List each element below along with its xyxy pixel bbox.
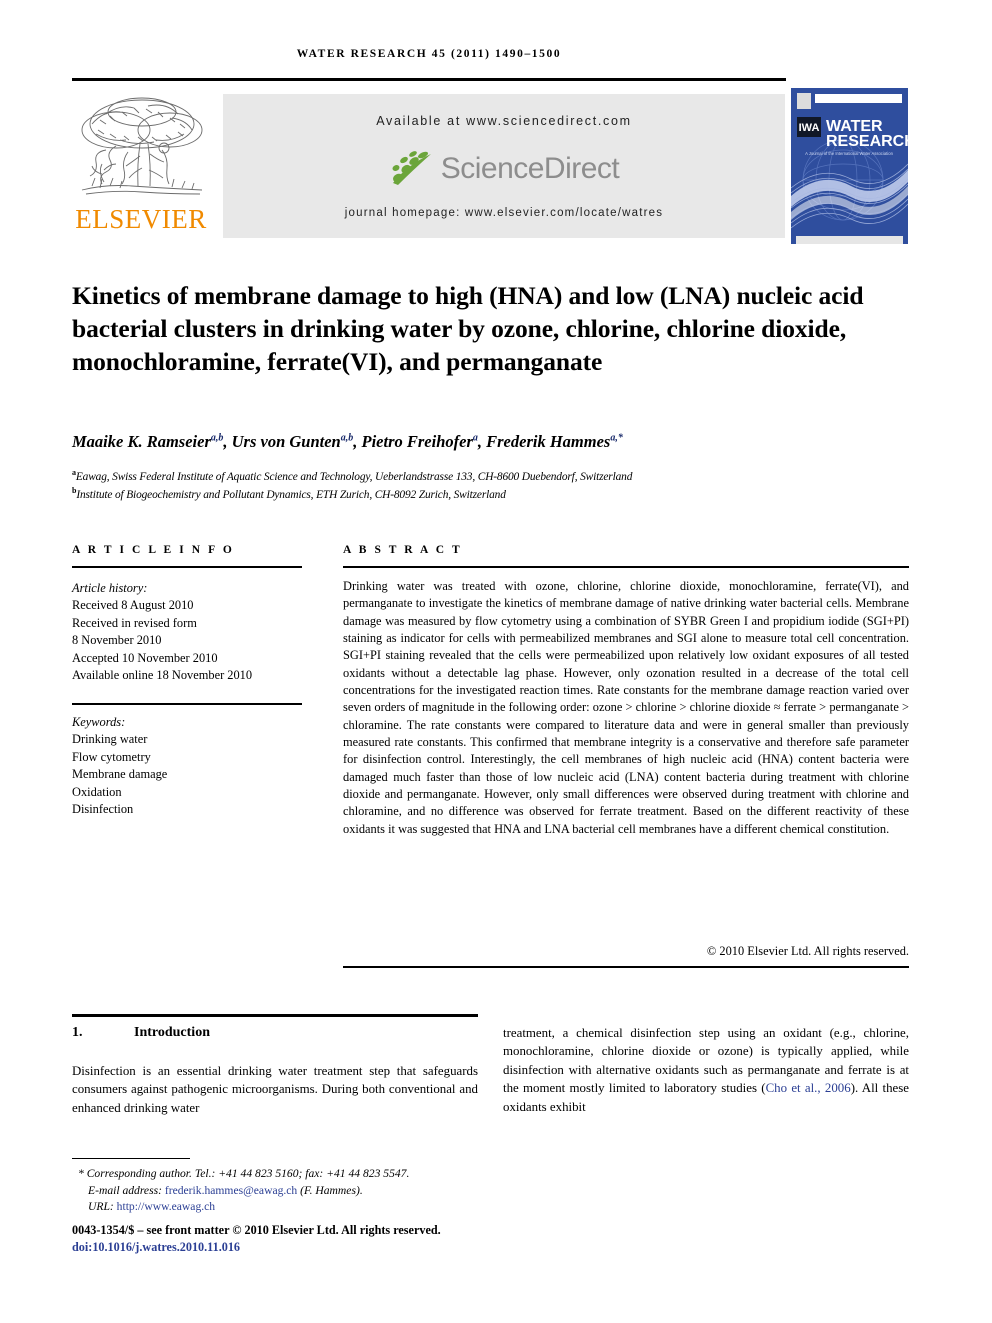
front-matter-text: 0043-1354/$ – see front matter © 2010 El… (72, 1223, 441, 1237)
history-item: Received 8 August 2010 (72, 598, 194, 613)
history-item: Accepted 10 November 2010 (72, 650, 218, 665)
email-suffix: (F. Hammes). (300, 1183, 363, 1197)
affiliation-b-text: Institute of Biogeochemistry and Polluta… (76, 488, 506, 501)
article-title: Kinetics of membrane damage to high (HNA… (72, 281, 864, 377)
corresponding-author-text: Corresponding author. Tel.: +41 44 823 5… (86, 1167, 410, 1180)
abstract-rule (343, 566, 909, 568)
keyword-item: Membrane damage (72, 767, 168, 782)
elsevier-logo: ELSEVIER (72, 88, 210, 244)
article-history-label: Article history: (72, 581, 148, 595)
svg-text:A Journal of the International: A Journal of the International Water Ass… (805, 151, 894, 156)
corresponding-author-marker: * (78, 1167, 84, 1180)
front-matter-block: 0043-1354/$ – see front matter © 2010 El… (72, 1222, 552, 1256)
abstract-heading: A B S T R A C T (343, 544, 463, 556)
section-title: Introduction (134, 1025, 210, 1040)
svg-text:IWA: IWA (799, 122, 820, 134)
elsevier-tree-icon (81, 97, 203, 195)
keywords-block: Keywords: Drinking water Flow cytometry … (72, 714, 307, 818)
history-item: Received in revised form (72, 615, 197, 630)
water-research-cover-art: IWA WATER RESEARCH A Journal of the Inte… (791, 88, 908, 244)
running-head: WATER RESEARCH 45 (2011) 1490–1500 (296, 48, 562, 60)
article-info-rule (72, 566, 302, 568)
journal-article-page: WATER RESEARCH 45 (2011) 1490–1500 ELSEV… (0, 0, 992, 1323)
svg-text:RESEARCH: RESEARCH (826, 133, 908, 150)
abstract-text: Drinking water was treated with ozone, c… (343, 579, 909, 836)
keyword-item: Oxidation (72, 784, 122, 799)
keywords-label: Keywords: (72, 715, 126, 729)
email-label: E-mail address: (88, 1183, 162, 1197)
author-list: Maaike K. Ramseiera,b, Urs von Guntena,b… (72, 432, 623, 451)
keyword-item: Disinfection (72, 802, 134, 817)
keyword-item: Flow cytometry (72, 749, 151, 764)
intro-paragraph-right: treatment, a chemical disinfection step … (503, 1024, 909, 1116)
affiliation-b: bInstitute of Biogeochemistry and Pollut… (72, 486, 912, 501)
abstract-bottom-rule (343, 966, 909, 968)
url-label: URL: (88, 1200, 114, 1214)
available-at-text: Available at www.sciencedirect.com (376, 114, 632, 128)
header-rule (72, 78, 786, 81)
sciencedirect-logo: ScienceDirect (223, 146, 785, 192)
section-rule (72, 1014, 478, 1018)
history-item: Available online 18 November 2010 (72, 668, 253, 683)
url-link[interactable]: http://www.eawag.ch (117, 1200, 215, 1213)
abstract-copyright: © 2010 Elsevier Ltd. All rights reserved… (706, 944, 909, 958)
keywords-rule (72, 703, 302, 705)
affiliation-a-text: Eawag, Swiss Federal Institute of Aquati… (75, 470, 633, 483)
footnote-block: * Corresponding author. Tel.: +41 44 823… (72, 1166, 512, 1216)
sciencedirect-leaf-icon (392, 151, 431, 185)
affiliation-a: aEawag, Swiss Federal Institute of Aquat… (72, 468, 912, 483)
doi-link[interactable]: doi:10.1016/j.watres.2010.11.016 (72, 1239, 552, 1256)
elsevier-wordmark: ELSEVIER (75, 204, 207, 234)
masthead: ELSEVIER Available at www.sciencedirect.… (72, 88, 908, 244)
history-item: 8 November 2010 (72, 633, 162, 648)
email-link[interactable]: frederik.hammes@eawag.ch (165, 1184, 297, 1197)
section-number: 1. (72, 1025, 83, 1040)
journal-cover-image: IWA WATER RESEARCH A Journal of the Inte… (791, 88, 908, 244)
sciencedirect-wordmark: ScienceDirect (440, 152, 620, 185)
keyword-item: Drinking water (72, 732, 148, 747)
citation-link[interactable]: Cho et al., 2006 (766, 1081, 851, 1095)
sciencedirect-band: Available at www.sciencedirect.com Scien… (223, 94, 785, 238)
intro-paragraph-left: Disinfection is an essential drinking wa… (72, 1064, 478, 1115)
journal-homepage-text: journal homepage: www.elsevier.com/locat… (344, 207, 664, 219)
footnote-rule (72, 1158, 190, 1160)
article-history-block: Article history: Received 8 August 2010 … (72, 580, 307, 684)
article-info-heading: A R T I C L E I N F O (72, 544, 235, 556)
